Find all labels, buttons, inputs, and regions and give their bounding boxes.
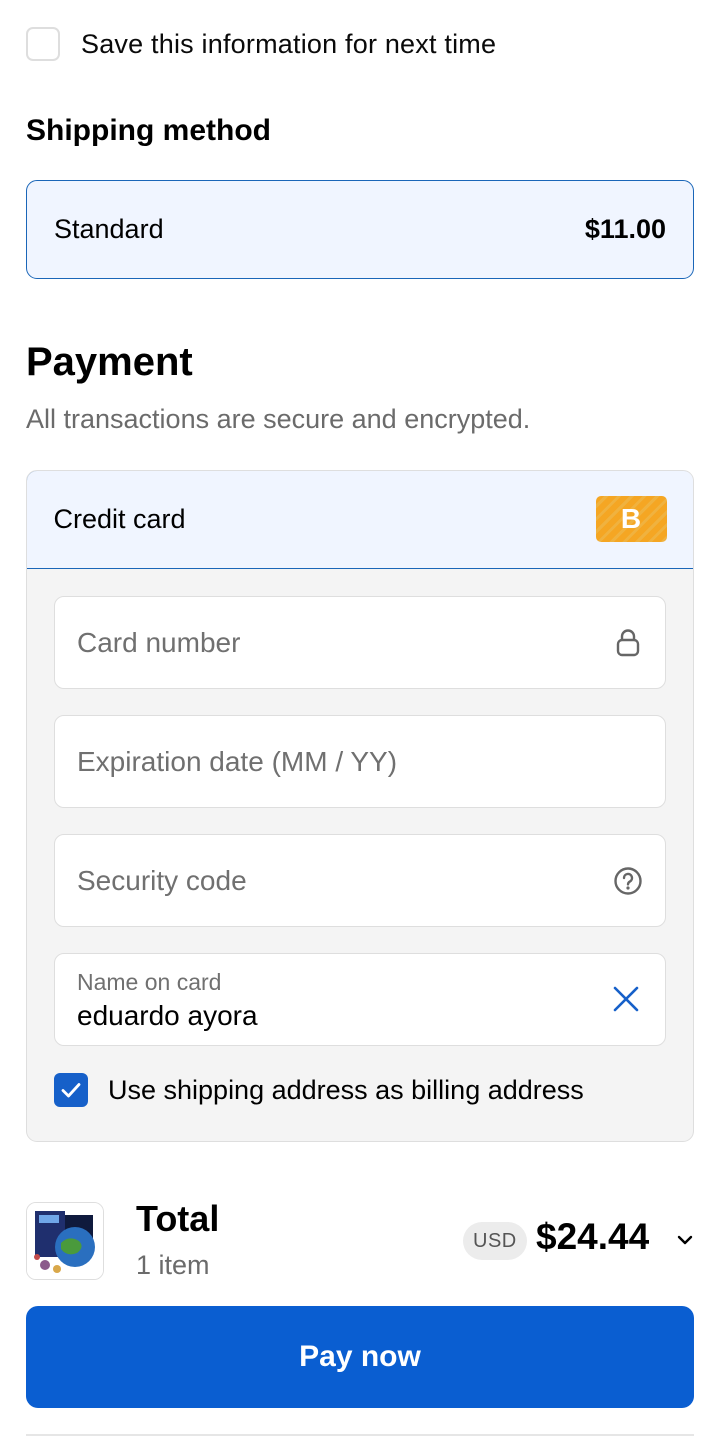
security-code-field[interactable]: Security code	[54, 834, 666, 927]
currency-badge: USD	[463, 1222, 527, 1260]
lock-icon	[613, 628, 643, 658]
payment-option-credit-card[interactable]: Credit card B	[27, 471, 693, 569]
payment-title: Payment	[26, 340, 193, 384]
billing-same-label[interactable]: Use shipping address as billing address	[108, 1075, 584, 1106]
card-number-field[interactable]: Card number	[54, 596, 666, 689]
name-on-card-value[interactable]: eduardo ayora	[77, 1000, 258, 1032]
save-info-label[interactable]: Save this information for next time	[81, 29, 496, 60]
card-brand-badge: B	[595, 496, 667, 542]
expiration-date-placeholder: Expiration date (MM / YY)	[77, 745, 398, 777]
credit-card-panel: Credit card B Card number Expiration dat…	[26, 470, 694, 1142]
security-code-placeholder: Security code	[77, 864, 247, 896]
close-icon[interactable]	[611, 984, 641, 1019]
billing-same-checkbox[interactable]	[54, 1073, 88, 1107]
item-count: 1 item	[136, 1250, 210, 1280]
divider	[26, 1434, 694, 1436]
credit-card-label: Credit card	[53, 503, 186, 534]
checkmark-icon	[61, 1083, 81, 1098]
billing-same-row[interactable]: Use shipping address as billing address	[54, 1073, 584, 1107]
help-circle-icon[interactable]	[613, 866, 643, 896]
save-info-checkbox[interactable]	[26, 27, 60, 61]
name-on-card-label: Name on card	[77, 969, 222, 995]
shipping-option-price: $11.00	[584, 214, 666, 244]
total-label: Total	[136, 1198, 220, 1239]
card-number-placeholder: Card number	[77, 626, 241, 658]
product-thumbnail	[26, 1202, 104, 1280]
total-amount: $24.44	[536, 1216, 650, 1257]
pay-now-button[interactable]: Pay now	[26, 1306, 694, 1408]
payment-subtitle: All transactions are secure and encrypte…	[26, 404, 531, 434]
chevron-down-icon[interactable]	[675, 1232, 695, 1248]
shipping-option-name: Standard	[54, 214, 164, 244]
shipping-method-title: Shipping method	[26, 114, 271, 147]
name-on-card-field[interactable]: Name on card eduardo ayora	[54, 953, 666, 1046]
save-info-row[interactable]: Save this information for next time	[26, 26, 496, 62]
expiration-date-field[interactable]: Expiration date (MM / YY)	[54, 715, 666, 808]
shipping-option-standard[interactable]: Standard $11.00	[26, 180, 694, 279]
